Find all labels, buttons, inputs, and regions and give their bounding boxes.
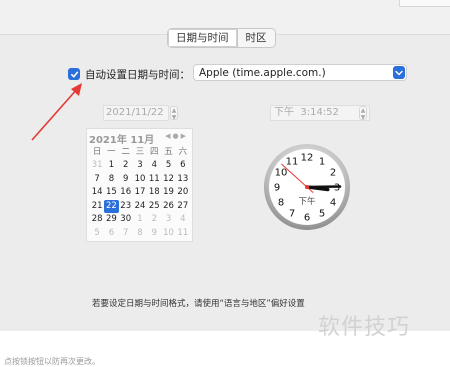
weekday-label: 日 <box>92 147 102 157</box>
minute-hand <box>305 185 342 189</box>
calendar-day[interactable]: 9 <box>119 173 133 187</box>
calendar-day[interactable]: 20 <box>176 186 190 200</box>
calendar-day[interactable]: 2 <box>147 213 161 227</box>
calendar-day[interactable]: 1 <box>104 159 118 173</box>
calendar-day[interactable]: 23 <box>119 200 133 214</box>
today-icon[interactable]: ● <box>173 132 181 140</box>
dropdown-chevron-icon[interactable] <box>393 66 405 79</box>
calendar-day[interactable]: 8 <box>133 227 147 241</box>
calendar-day[interactable]: 13 <box>176 173 190 187</box>
calendar-day[interactable]: 19 <box>161 186 175 200</box>
tab-bar: 日期与时间 时区 <box>167 28 276 48</box>
calendar-day[interactable]: 6 <box>176 159 190 173</box>
calendar-day[interactable]: 12 <box>161 173 175 187</box>
calendar-day-selected[interactable]: 22 <box>104 199 119 213</box>
clock-number: 6 <box>304 213 310 224</box>
calendar-day[interactable]: 17 <box>133 186 147 200</box>
clock-number: 5 <box>319 209 325 220</box>
clock-number: 7 <box>289 209 295 220</box>
watermark: 软件技巧 <box>318 315 411 340</box>
clock-number: 1 <box>319 157 325 168</box>
format-note: 若要设定日期与时间格式，请使用“语言与地区”偏好设置 <box>92 299 305 309</box>
calendar-day[interactable]: 2 <box>119 159 133 173</box>
time-server-value: Apple (time.apple.com.) <box>199 67 326 79</box>
calendar: 2021年 11月 ◀●▶ 日一二三四五六 31 1 2 3 4 5 6 7 8 9 10 11 12 1… <box>86 128 193 242</box>
tab-time-zone[interactable]: 时区 <box>236 29 275 47</box>
calendar-day[interactable]: 16 <box>119 186 133 200</box>
weekday-label: 一 <box>107 147 116 157</box>
calendar-day[interactable]: 8 <box>104 173 118 187</box>
calendar-day[interactable]: 11 <box>176 227 190 241</box>
clock-number: 3 <box>334 183 340 194</box>
clock-number: 2 <box>330 168 336 179</box>
calendar-day[interactable]: 24 <box>133 200 147 214</box>
weekday-label: 六 <box>178 147 188 157</box>
next-month-icon[interactable]: ▶ <box>181 132 188 140</box>
clock-number: 8 <box>278 198 284 209</box>
clock-hub <box>305 185 309 189</box>
time-field[interactable]: 下午 3:14:52 <box>270 105 370 121</box>
calendar-title: 2021年 11月 <box>89 135 155 146</box>
calendar-day[interactable]: 29 <box>104 213 118 227</box>
calendar-day[interactable]: 5 <box>161 159 175 173</box>
prev-month-icon[interactable]: ◀ <box>165 132 172 140</box>
weekday-label: 二 <box>121 147 130 157</box>
lock-footer: 点按锁按钮以防再次更改。 <box>4 357 100 366</box>
calendar-weekdays: 日一二三四五六 <box>90 145 190 157</box>
calendar-day[interactable]: 3 <box>133 159 147 173</box>
calendar-nav[interactable]: ◀●▶ <box>165 132 188 140</box>
calendar-day[interactable]: 4 <box>147 159 161 173</box>
calendar-day[interactable]: 27 <box>176 200 190 214</box>
clock-number: 12 <box>301 153 314 164</box>
calendar-day[interactable]: 3 <box>161 213 175 227</box>
calendar-day[interactable]: 4 <box>176 213 190 227</box>
time-value: 3:14:52 <box>300 107 339 118</box>
time-stepper[interactable]: ▲ ▼ <box>359 106 367 121</box>
calendar-day[interactable]: 18 <box>147 186 161 200</box>
calendar-day[interactable]: 21 <box>90 200 104 214</box>
calendar-day[interactable]: 31 <box>90 159 104 173</box>
calendar-day[interactable]: 15 <box>104 186 118 200</box>
calendar-day[interactable]: 11 <box>147 173 161 187</box>
calendar-day[interactable]: 7 <box>119 227 133 241</box>
date-stepper[interactable]: ▲ ▼ <box>170 106 178 121</box>
auto-set-label: 自动设置日期与时间： <box>85 68 190 81</box>
time-period: 下午 <box>274 107 294 118</box>
calendar-day[interactable]: 30 <box>119 213 133 227</box>
weekday-label: 三 <box>135 147 145 157</box>
calendar-day[interactable]: 7 <box>90 173 104 187</box>
time-server-popup[interactable]: Apple (time.apple.com.) <box>193 64 407 81</box>
calendar-day[interactable]: 14 <box>90 186 104 200</box>
clock-number: 10 <box>275 168 288 179</box>
calendar-day[interactable]: 10 <box>133 173 147 187</box>
calendar-days: 31 1 2 3 4 5 6 7 8 9 10 11 12 13 14 15 16 17 18 19 20 21 22 23 2… <box>90 159 190 240</box>
top-corner <box>399 0 450 7</box>
annotation-arrow <box>31 83 82 141</box>
tab-date-time[interactable]: 日期与时间 <box>168 29 237 47</box>
clock-number: 11 <box>286 157 299 168</box>
clock-period: 下午 <box>298 196 316 207</box>
clock-number: 4 <box>330 198 336 209</box>
calendar-day[interactable]: 26 <box>161 200 175 214</box>
analog-clock: 12 12 3 45678 9 1011 下午 <box>264 144 350 230</box>
date-field[interactable]: 2021/11/22 <box>103 105 169 121</box>
calendar-day[interactable]: 6 <box>104 227 118 241</box>
calendar-day[interactable]: 1 <box>133 213 147 227</box>
calendar-day[interactable]: 10 <box>161 227 175 241</box>
calendar-day[interactable]: 9 <box>147 227 161 241</box>
calendar-day[interactable]: 25 <box>147 200 161 214</box>
calendar-day[interactable]: 5 <box>90 227 104 241</box>
weekday-label: 四 <box>150 147 159 157</box>
weekday-label: 五 <box>164 147 173 157</box>
calendar-day[interactable]: 28 <box>90 213 104 227</box>
clock-number: 9 <box>274 183 280 194</box>
